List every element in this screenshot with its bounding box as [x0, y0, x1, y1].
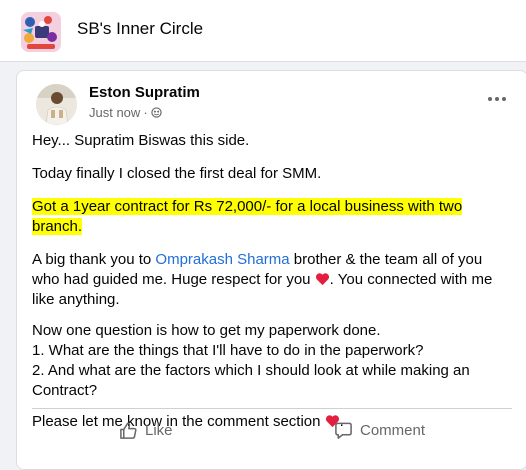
more-options-button[interactable]: [485, 91, 509, 107]
globe-icon[interactable]: [150, 107, 162, 118]
author-avatar[interactable]: [36, 84, 77, 125]
closing-line: Please let me know in the comment sectio…: [32, 413, 344, 430]
group-cover-thumbnail[interactable]: [21, 12, 61, 52]
post-card: Eston Supratim Just now · Hey... Suprati…: [16, 70, 526, 470]
post-body: Hey... Supratim Biswas this side. Today …: [32, 131, 512, 432]
post-timestamp[interactable]: Just now: [89, 105, 140, 120]
like-label: Like: [145, 421, 173, 439]
post-text-line: Hey... Supratim Biswas this side.: [32, 132, 250, 149]
heart-icon: [315, 273, 329, 286]
group-header: SB's Inner Circle: [0, 0, 526, 62]
like-button[interactable]: Like: [119, 420, 173, 440]
thanks-paragraph: A big thank you to Omprakash Sharma brot…: [32, 251, 493, 308]
action-divider: [32, 408, 512, 409]
highlight-line: Got a 1year contract for Rs 72,000/- for…: [32, 198, 463, 215]
more-options-icon: [488, 97, 492, 101]
comment-button[interactable]: Comment: [334, 420, 425, 440]
meta-separator: ·: [143, 105, 148, 120]
comment-label: Comment: [360, 421, 426, 439]
highlighted-text: Got a 1year contract for Rs 72,000/- for…: [32, 197, 512, 237]
thumbs-up-icon: [120, 422, 137, 439]
post-text-line: Today finally I closed the first deal fo…: [32, 165, 322, 182]
group-name[interactable]: SB's Inner Circle: [77, 19, 203, 39]
highlight-line: branch.: [32, 218, 83, 235]
mention-link[interactable]: Omprakash Sharma: [155, 251, 289, 268]
post-meta: Just now ·: [89, 105, 162, 120]
questions-paragraph: Now one question is how to get my paperw…: [32, 322, 470, 399]
author-name[interactable]: Eston Supratim: [89, 84, 200, 101]
comment-icon: [335, 422, 352, 439]
